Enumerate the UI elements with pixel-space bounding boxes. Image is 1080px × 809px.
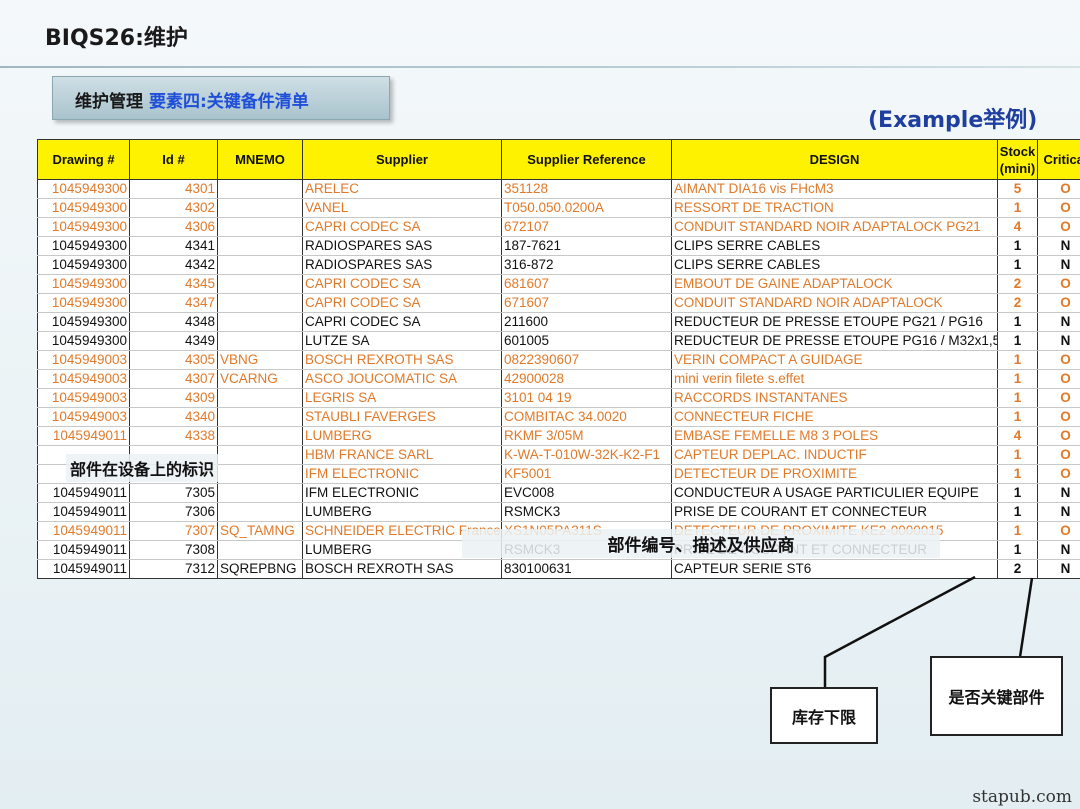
critical-part-callout: 是否关键部件 — [930, 656, 1063, 736]
stock-min-callout: 库存下限 — [770, 687, 878, 744]
critical-callout-line — [1018, 577, 1034, 658]
callout-lines — [823, 575, 1034, 688]
watermark: stapub.com — [972, 787, 1072, 807]
